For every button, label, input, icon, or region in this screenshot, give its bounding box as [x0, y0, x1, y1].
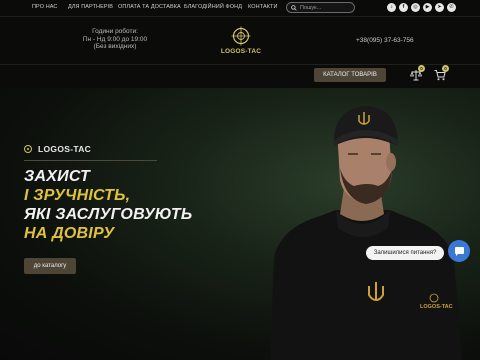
cart-count-badge: 0: [442, 65, 449, 72]
chat-button[interactable]: [448, 240, 470, 262]
hero-brand: LOGOS-TAC: [24, 144, 91, 154]
target-icon: [24, 145, 32, 153]
nav-charity-fund[interactable]: БЛАГОДІЙНИЙ ФОНД: [184, 4, 242, 10]
nav-payment-delivery[interactable]: ОПЛАТА ТА ДОСТАВКА: [118, 4, 181, 10]
instagram-icon[interactable]: ◎: [411, 3, 420, 12]
telegram-icon[interactable]: ➤: [435, 3, 444, 12]
logo-emblem-icon: [231, 26, 251, 46]
chat-prompt[interactable]: Залишилися питання?: [366, 246, 444, 260]
divider: [0, 64, 480, 65]
hero-headline-3: ЯКІ ЗАСЛУГОВУЮТЬ: [24, 206, 193, 223]
facebook-icon[interactable]: f: [399, 3, 408, 12]
working-hours: Години роботи: Пн - Нд 9:00 до 19:00 (Бе…: [40, 28, 190, 51]
divider: [24, 160, 157, 161]
social-links: ♪ f ◎ ▶ ➤ ✆: [387, 3, 456, 12]
nav-contacts[interactable]: КОНТАКТИ: [248, 4, 278, 10]
nav-about[interactable]: ПРО НАС: [32, 4, 58, 10]
cart-button[interactable]: 0: [434, 65, 449, 81]
chat-icon: [454, 246, 464, 256]
to-catalog-button[interactable]: до каталогу: [24, 258, 76, 274]
hours-note: (Без вихідних): [93, 43, 137, 50]
hero-model-image: [270, 106, 462, 360]
phone-number[interactable]: +38(095) 37-63-756: [356, 37, 414, 44]
hours-days: Пн - Нд 9:00 до 19:00: [82, 35, 148, 43]
search-box[interactable]: [286, 2, 355, 13]
viber-icon[interactable]: ✆: [447, 3, 456, 12]
nav-partners[interactable]: ДЛЯ ПАРТНЕРІВ: [68, 4, 113, 10]
shirt-logo-text: LOGOS-TAC: [420, 304, 453, 310]
search-icon: [291, 4, 297, 11]
hero-banner: LOGOS-TAC LOGOS-TAC ЗАХИСТ І ЗРУЧНІСТЬ, …: [0, 88, 480, 360]
search-input[interactable]: [300, 4, 352, 11]
hero-headline-2: І ЗРУЧНІСТЬ,: [24, 187, 131, 204]
hero-brand-name: LOGOS-TAC: [38, 144, 92, 154]
logo-text: LOGOS-TAC: [220, 48, 262, 55]
hero-headline-4: НА ДОВІРУ: [24, 225, 115, 242]
youtube-icon[interactable]: ▶: [423, 3, 432, 12]
hero-headline-1: ЗАХИСТ: [24, 168, 90, 185]
tiktok-icon[interactable]: ♪: [387, 3, 396, 12]
site-logo[interactable]: LOGOS-TAC: [213, 26, 269, 58]
divider: [0, 16, 480, 17]
compare-count-badge: 0: [418, 65, 425, 72]
hours-title: Години роботи:: [92, 28, 138, 35]
catalog-button[interactable]: КАТАЛОГ ТОВАРІВ: [314, 68, 386, 82]
compare-button[interactable]: 0: [409, 65, 425, 81]
